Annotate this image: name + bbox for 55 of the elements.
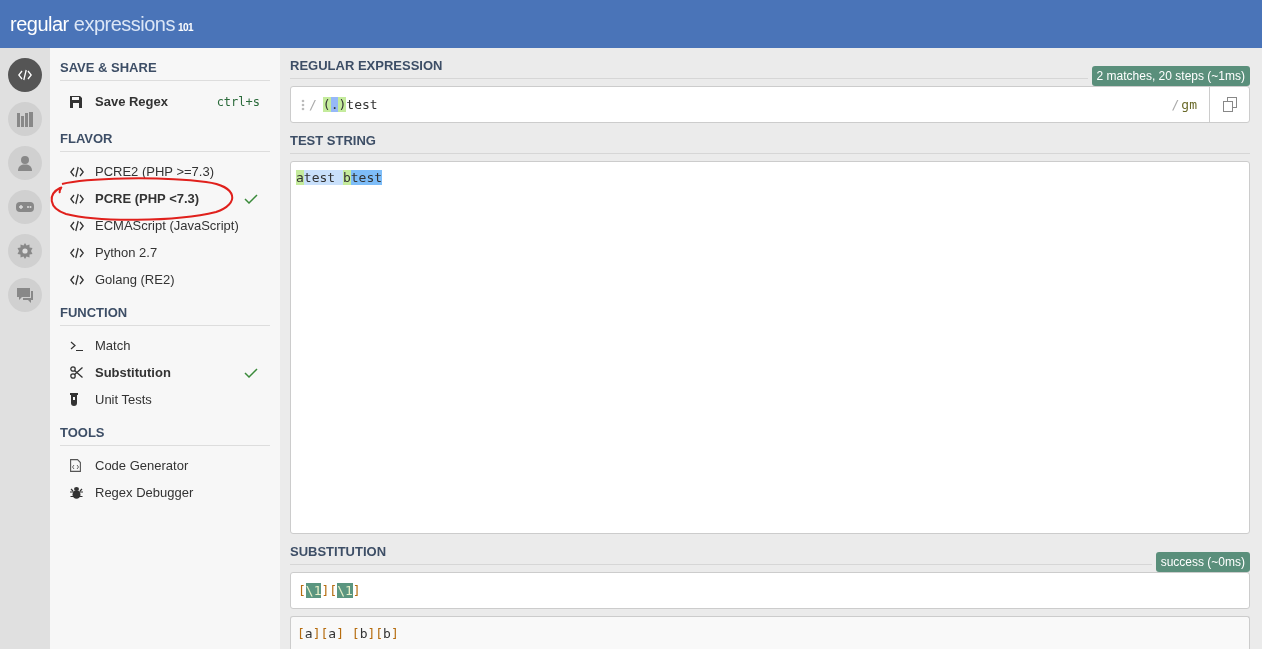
sidebar-item[interactable]: Golang (RE2)	[60, 266, 270, 293]
floppy-icon	[70, 95, 82, 108]
code-icon	[70, 246, 84, 259]
save-regex-button[interactable]: Save Regex ctrl+s	[60, 88, 270, 115]
rail-button[interactable]	[8, 278, 42, 312]
bug-icon	[70, 486, 83, 499]
keyboard-shortcut: ctrl+s	[216, 94, 260, 109]
rail-button[interactable]	[8, 190, 42, 224]
regex-field[interactable]: / (.)test /gm	[290, 86, 1250, 123]
section-title: FUNCTION	[60, 293, 270, 326]
section-title: SUBSTITUTION	[290, 544, 1152, 565]
rail-button[interactable]	[8, 58, 42, 92]
code-icon	[70, 192, 84, 205]
copy-icon	[1222, 97, 1237, 112]
section-title: REGULAR EXPRESSION	[290, 58, 1088, 79]
match-status-badge: 2 matches, 20 steps (~1ms)	[1091, 66, 1250, 86]
code-file-icon	[70, 459, 81, 472]
sidebar-item[interactable]: Regex Debugger	[60, 479, 270, 506]
library-icon	[16, 111, 34, 127]
chat-icon	[17, 287, 33, 303]
drag-handle-icon	[301, 98, 305, 111]
sidebar-item[interactable]: Unit Tests	[60, 386, 270, 413]
scissors-icon	[70, 366, 83, 379]
substitution-field[interactable]: [\1][\1]	[290, 572, 1250, 609]
gamepad-icon	[16, 201, 34, 213]
app-logo[interactable]: regular expressions 101	[10, 12, 194, 36]
settings-icon	[17, 243, 33, 259]
delimiter: /	[309, 97, 317, 112]
sidebar-item[interactable]: Match	[60, 332, 270, 359]
sidebar-item[interactable]: Python 2.7	[60, 239, 270, 266]
user-icon	[17, 155, 33, 171]
test-string-field[interactable]: atest btest	[290, 161, 1250, 534]
rail-button[interactable]	[8, 146, 42, 180]
code-icon	[70, 273, 84, 286]
delimiter: /	[1171, 97, 1180, 112]
sidebar-item[interactable]: Substitution	[60, 359, 270, 386]
section-title: TEST STRING	[290, 133, 1250, 154]
substitution-result: [a][a] [b][b]	[290, 616, 1250, 649]
rail-button[interactable]	[8, 234, 42, 268]
section-title: SAVE & SHARE	[60, 48, 270, 81]
terminal-icon	[70, 340, 84, 351]
section-title: FLAVOR	[60, 119, 270, 152]
sidebar-item[interactable]: PCRE2 (PHP >=7.3)	[60, 158, 270, 185]
test-tube-icon	[70, 393, 78, 406]
regex-flags[interactable]: gm	[1181, 97, 1197, 112]
section-title: TOOLS	[60, 413, 270, 446]
sidebar-item[interactable]: ECMAScript (JavaScript)	[60, 212, 270, 239]
rail-button[interactable]	[8, 102, 42, 136]
code-icon	[18, 69, 32, 81]
code-icon	[70, 165, 84, 178]
sidebar-item[interactable]: PCRE (PHP <7.3)	[60, 185, 270, 212]
sidebar-item[interactable]: Code Generator	[60, 452, 270, 479]
regex-input[interactable]: (.)test	[318, 97, 1168, 112]
code-icon	[70, 219, 84, 232]
substitution-status-badge: success (~0ms)	[1155, 552, 1250, 572]
